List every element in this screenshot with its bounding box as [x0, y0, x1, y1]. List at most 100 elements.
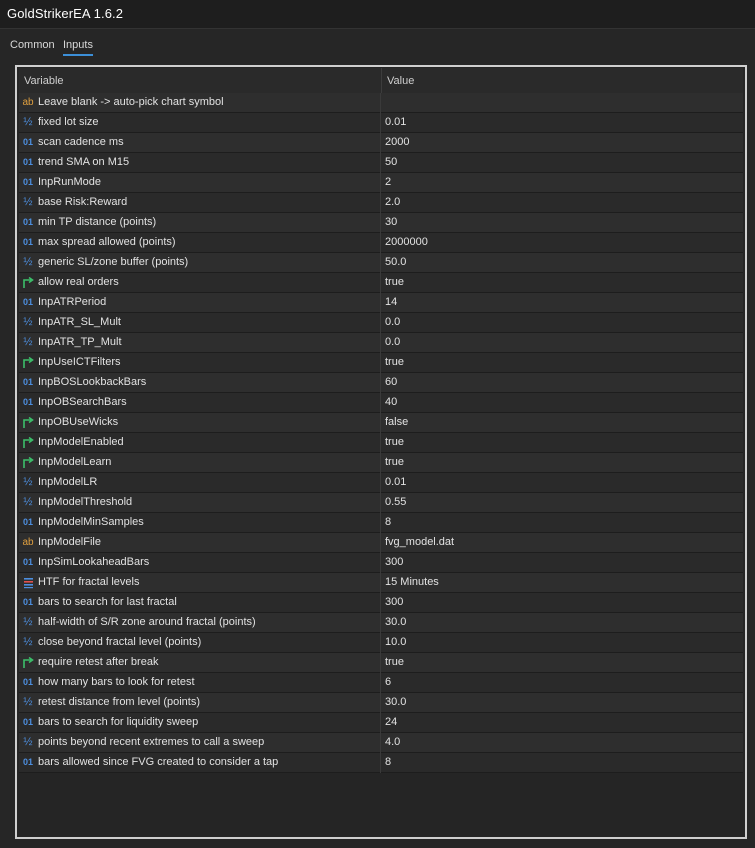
- integer-type-icon: 01: [22, 137, 33, 147]
- value-cell[interactable]: 4.0: [385, 736, 400, 748]
- table-row[interactable]: 01 min TP distance (points) 30: [19, 213, 743, 233]
- table-row[interactable]: ½ InpModelThreshold 0.55: [19, 493, 743, 513]
- table-row[interactable]: ½ InpModelLR 0.01: [19, 473, 743, 493]
- variable-cell: 01 InpOBSearchBars: [19, 393, 381, 413]
- value-cell[interactable]: 50: [385, 156, 397, 168]
- variable-cell: HTF for fractal levels: [19, 573, 381, 593]
- value-cell[interactable]: 0.01: [385, 476, 406, 488]
- value-cell[interactable]: 30.0: [385, 616, 406, 628]
- variable-name: how many bars to look for retest: [38, 676, 195, 688]
- value-cell[interactable]: 24: [385, 716, 397, 728]
- value-cell[interactable]: 40: [385, 396, 397, 408]
- table-row[interactable]: ½ InpATR_TP_Mult 0.0: [19, 333, 743, 353]
- inputs-table: Variable Value ab Leave blank -> auto-pic…: [15, 65, 747, 839]
- boolean-type-icon: [21, 416, 35, 429]
- table-row[interactable]: ½ base Risk:Reward 2.0: [19, 193, 743, 213]
- value-cell[interactable]: true: [385, 456, 404, 468]
- value-cell[interactable]: true: [385, 276, 404, 288]
- value-cell[interactable]: 0.0: [385, 316, 400, 328]
- value-cell[interactable]: fvg_model.dat: [385, 536, 454, 548]
- integer-type-icon: 01: [22, 377, 33, 387]
- table-row[interactable]: 01 how many bars to look for retest 6: [19, 673, 743, 693]
- table-row[interactable]: InpUseICTFilters true: [19, 353, 743, 373]
- integer-type-icon: 01: [22, 397, 33, 407]
- double-type-icon: ½: [23, 196, 33, 208]
- table-row[interactable]: 01 bars allowed since FVG created to cons…: [19, 753, 743, 773]
- variable-name: retest distance from level (points): [38, 696, 201, 708]
- value-cell[interactable]: 30: [385, 216, 397, 228]
- variable-name: scan cadence ms: [38, 136, 124, 148]
- value-cell[interactable]: 300: [385, 596, 403, 608]
- table-row[interactable]: require retest after break true: [19, 653, 743, 673]
- variable-name: InpOBUseWicks: [38, 416, 119, 428]
- table-row[interactable]: 01 InpATRPeriod 14: [19, 293, 743, 313]
- table-row[interactable]: 01 bars to search for liquidity sweep 24: [19, 713, 743, 733]
- table-row[interactable]: ½ retest distance from level (points) 30.0: [19, 693, 743, 713]
- value-cell[interactable]: 10.0: [385, 636, 406, 648]
- tab-common[interactable]: Common: [10, 39, 55, 51]
- table-row[interactable]: ½ close beyond fractal level (points) 10.0: [19, 633, 743, 653]
- value-cell[interactable]: true: [385, 436, 404, 448]
- table-row[interactable]: InpModelLearn true: [19, 453, 743, 473]
- variable-name: InpModelLearn: [38, 456, 112, 468]
- value-cell[interactable]: 0.01: [385, 116, 406, 128]
- variable-cell: require retest after break: [19, 653, 381, 673]
- variable-cell: ½ InpModelLR: [19, 473, 381, 493]
- value-cell[interactable]: 6: [385, 676, 391, 688]
- value-cell[interactable]: 14: [385, 296, 397, 308]
- value-cell[interactable]: 2000: [385, 136, 409, 148]
- table-row[interactable]: 01 max spread allowed (points) 2000000: [19, 233, 743, 253]
- value-cell[interactable]: 2000000: [385, 236, 428, 248]
- value-cell[interactable]: true: [385, 356, 404, 368]
- table-row[interactable]: 01 trend SMA on M15 50: [19, 153, 743, 173]
- value-cell[interactable]: false: [385, 416, 408, 428]
- integer-type-icon: 01: [22, 517, 33, 527]
- variable-name: close beyond fractal level (points): [38, 636, 202, 648]
- variable-cell: 01 InpRunMode: [19, 173, 381, 193]
- variable-cell: 01 InpSimLookaheadBars: [19, 553, 381, 573]
- table-row[interactable]: ½ InpATR_SL_Mult 0.0: [19, 313, 743, 333]
- table-row[interactable]: InpOBUseWicks false: [19, 413, 743, 433]
- value-cell[interactable]: 0.55: [385, 496, 406, 508]
- table-row[interactable]: 01 InpBOSLookbackBars 60: [19, 373, 743, 393]
- variable-cell: 01 scan cadence ms: [19, 133, 381, 153]
- table-row[interactable]: HTF for fractal levels 15 Minutes: [19, 573, 743, 593]
- table-row[interactable]: ½ half-width of S/R zone around fractal (…: [19, 613, 743, 633]
- value-cell[interactable]: 2: [385, 176, 391, 188]
- table-header: Variable Value: [19, 68, 743, 93]
- table-row[interactable]: ½ fixed lot size 0.01: [19, 113, 743, 133]
- value-cell[interactable]: 0.0: [385, 336, 400, 348]
- table-row[interactable]: InpModelEnabled true: [19, 433, 743, 453]
- value-cell[interactable]: 50.0: [385, 256, 406, 268]
- table-row[interactable]: 01 InpRunMode 2: [19, 173, 743, 193]
- double-type-icon: ½: [23, 616, 33, 628]
- tab-inputs[interactable]: Inputs: [63, 39, 93, 56]
- value-cell[interactable]: true: [385, 656, 404, 668]
- value-cell[interactable]: 60: [385, 376, 397, 388]
- table-row[interactable]: ab InpModelFile fvg_model.dat: [19, 533, 743, 553]
- table-row[interactable]: 01 InpSimLookaheadBars 300: [19, 553, 743, 573]
- variable-cell: InpModelEnabled: [19, 433, 381, 453]
- variable-name: HTF for fractal levels: [38, 576, 140, 588]
- variable-name: max spread allowed (points): [38, 236, 176, 248]
- column-header-value[interactable]: Value: [387, 75, 414, 87]
- value-cell[interactable]: 30.0: [385, 696, 406, 708]
- value-cell[interactable]: 8: [385, 756, 391, 768]
- table-row[interactable]: ab Leave blank -> auto-pick chart symbol: [19, 93, 743, 113]
- value-cell[interactable]: 300: [385, 556, 403, 568]
- variable-name: points beyond recent extremes to call a …: [38, 736, 265, 748]
- column-header-variable[interactable]: Variable: [24, 75, 64, 87]
- table-row[interactable]: 01 scan cadence ms 2000: [19, 133, 743, 153]
- variable-name: InpModelThreshold: [38, 496, 133, 508]
- value-cell[interactable]: 2.0: [385, 196, 400, 208]
- value-cell[interactable]: 15 Minutes: [385, 576, 439, 588]
- table-row[interactable]: 01 InpModelMinSamples 8: [19, 513, 743, 533]
- value-cell[interactable]: 8: [385, 516, 391, 528]
- integer-type-icon: 01: [22, 597, 33, 607]
- column-divider[interactable]: [381, 68, 382, 93]
- table-row[interactable]: 01 bars to search for last fractal 300: [19, 593, 743, 613]
- table-row[interactable]: 01 InpOBSearchBars 40: [19, 393, 743, 413]
- table-row[interactable]: allow real orders true: [19, 273, 743, 293]
- table-row[interactable]: ½ points beyond recent extremes to call a…: [19, 733, 743, 753]
- table-row[interactable]: ½ generic SL/zone buffer (points) 50.0: [19, 253, 743, 273]
